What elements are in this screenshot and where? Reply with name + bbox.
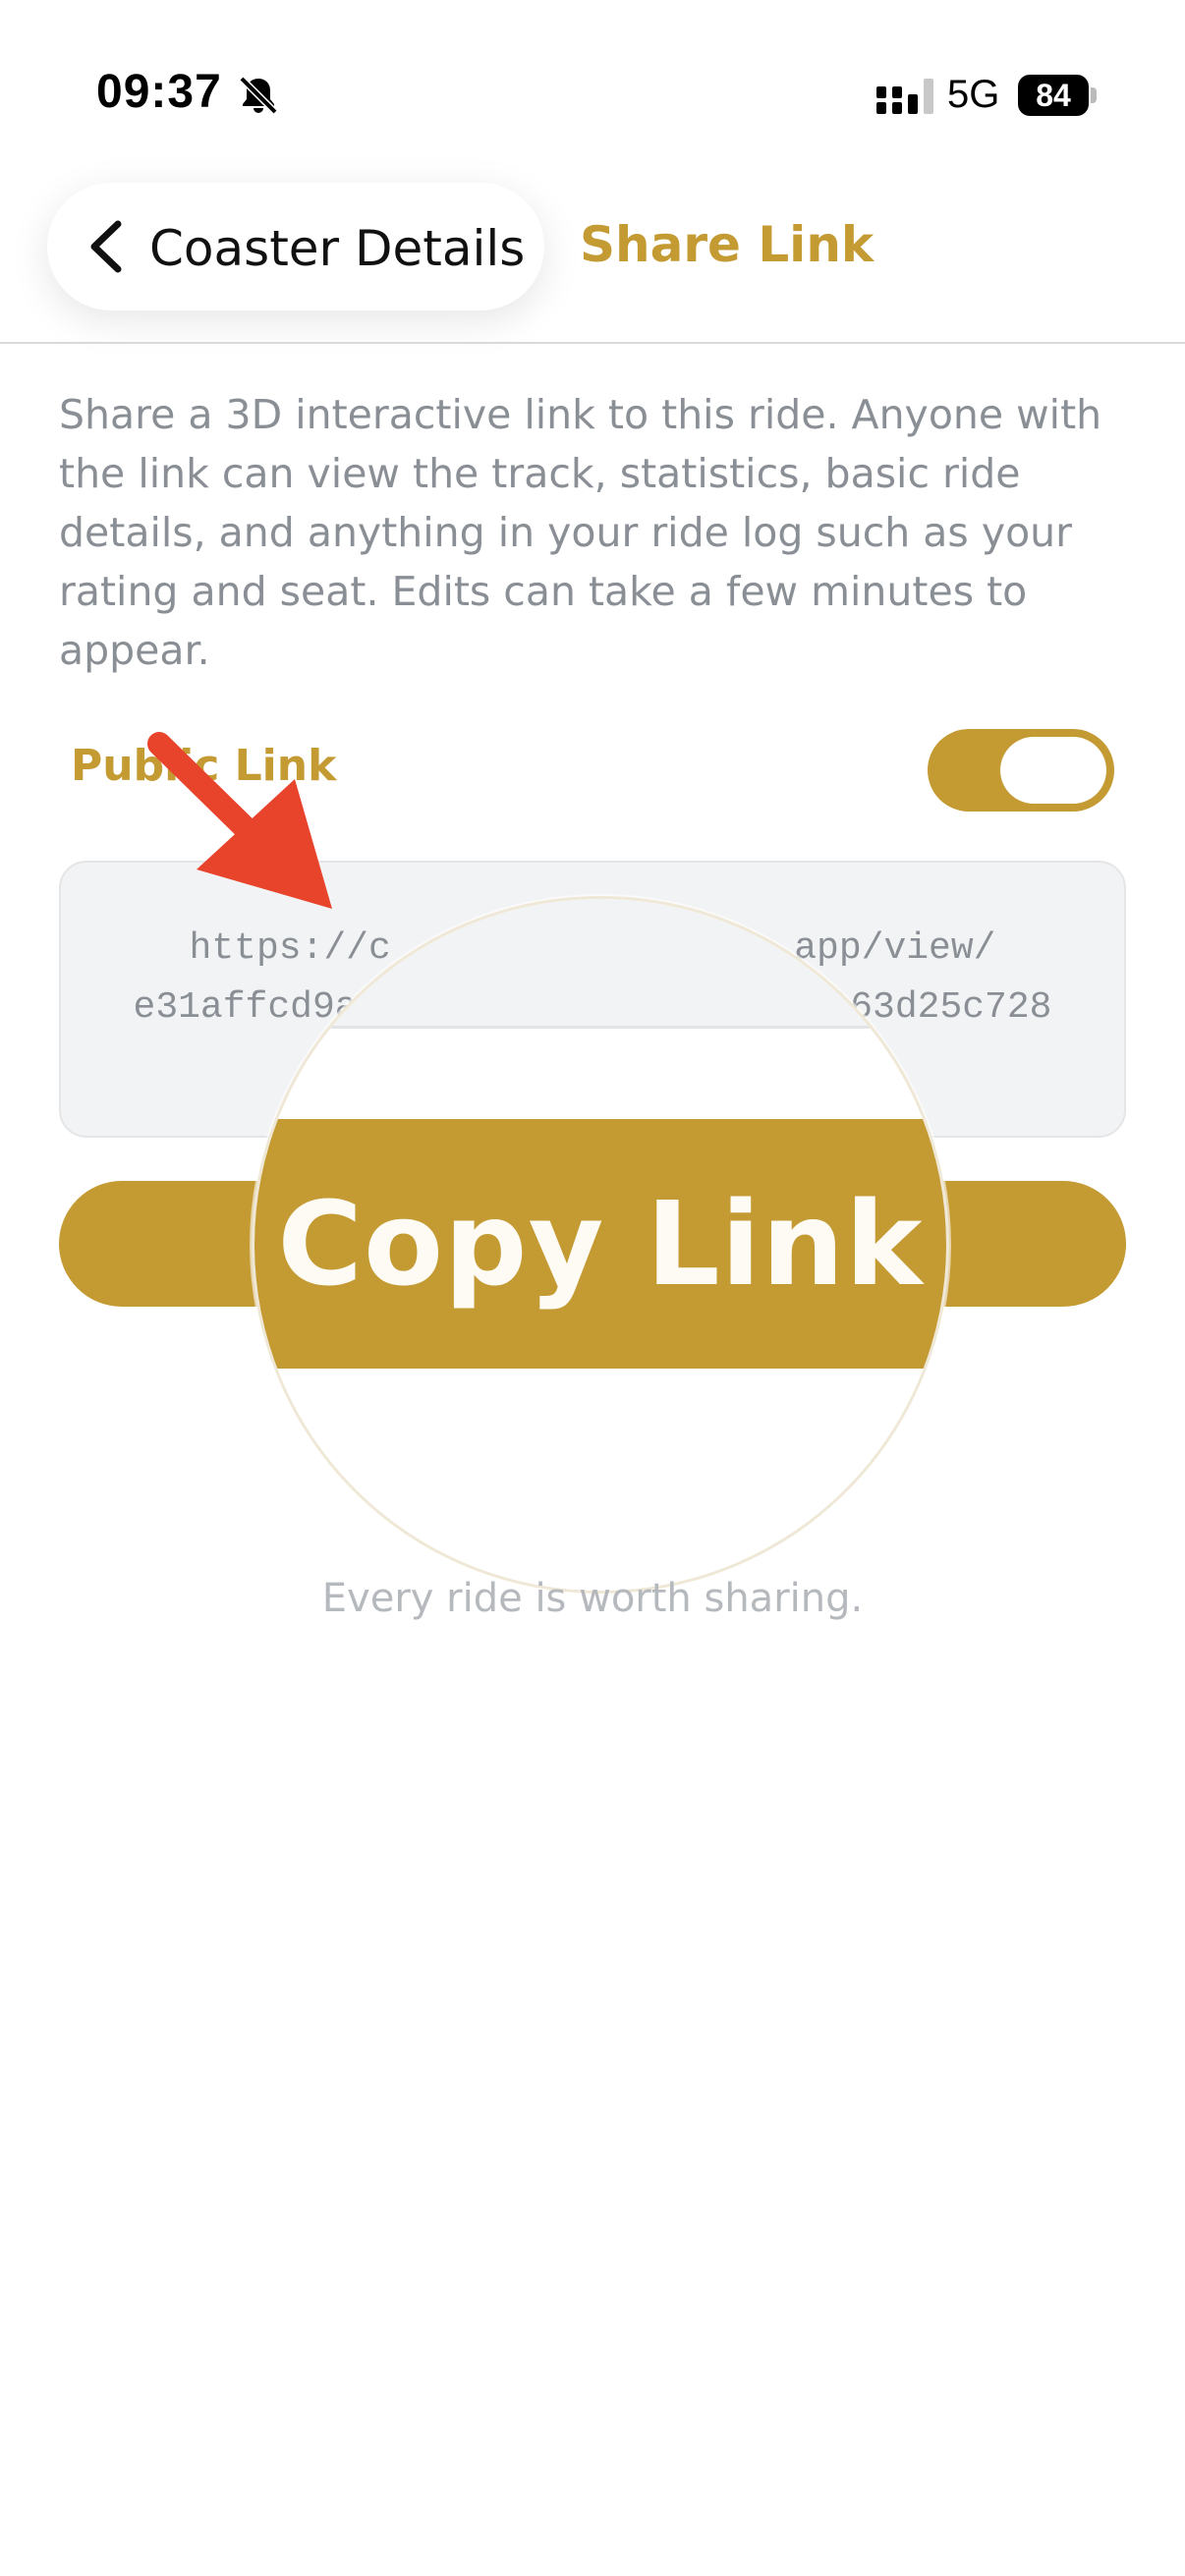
page-title: Share Link: [580, 216, 875, 273]
network-label: 5G: [947, 73, 1000, 116]
signal-icon: [876, 79, 933, 114]
bell-slash-icon: [239, 76, 278, 115]
battery-level: 84: [1018, 75, 1089, 116]
status-bar: 09:37 5G 84: [0, 0, 1185, 187]
tagline: Every ride is worth sharing.: [321, 1576, 864, 1621]
header-divider: [0, 342, 1185, 344]
magnified-url-box: [254, 899, 946, 1029]
magnifier-callout: Copy Link: [252, 896, 949, 1594]
chevron-left-icon: [90, 220, 122, 273]
public-link-toggle[interactable]: [928, 729, 1114, 812]
magnified-copy-link-button[interactable]: Copy Link: [254, 1119, 946, 1369]
share-description: Share a 3D interactive link to this ride…: [59, 391, 1102, 674]
back-button[interactable]: Coaster Details: [47, 183, 544, 310]
back-button-label: Coaster Details: [149, 220, 526, 277]
magnified-gap: [254, 1029, 946, 1119]
magnified-background: [254, 1369, 946, 1591]
arrow-annotation-icon: [147, 732, 332, 909]
battery-indicator: 84: [1018, 75, 1097, 116]
battery-tip: [1091, 87, 1097, 103]
copy-link-button-label: Copy Link: [277, 1176, 924, 1312]
status-time: 09:37: [96, 66, 222, 118]
toggle-knob: [1000, 737, 1106, 804]
